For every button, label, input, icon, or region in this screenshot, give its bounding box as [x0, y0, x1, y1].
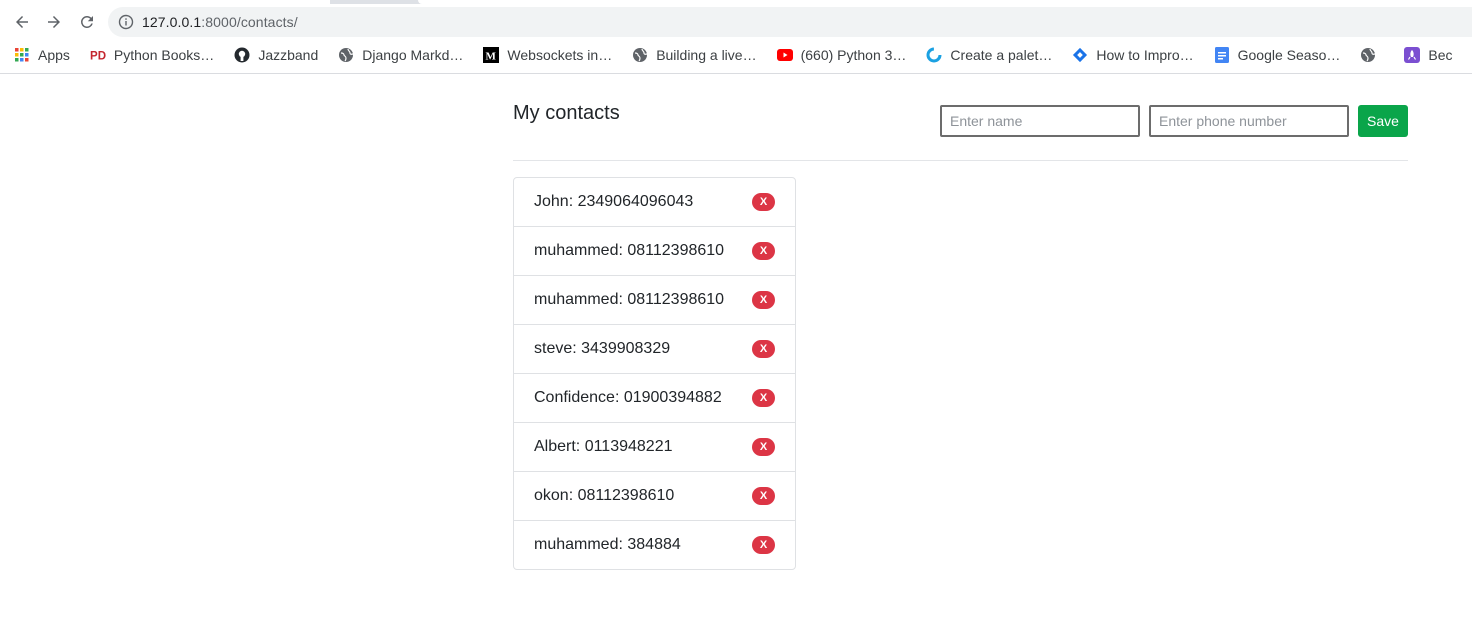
contact-text: okon: 08112398610: [534, 487, 675, 504]
delete-contact-button[interactable]: X: [752, 340, 775, 358]
delete-contact-button[interactable]: X: [752, 487, 775, 505]
bookmark-6[interactable]: Building a live…: [626, 41, 762, 69]
delete-contact-button[interactable]: X: [752, 242, 775, 260]
delete-contact-button[interactable]: X: [752, 389, 775, 407]
bookmark-3[interactable]: Jazzband: [228, 41, 324, 69]
bookmark-label: How to Impro…: [1096, 47, 1194, 63]
forward-button[interactable]: [43, 11, 65, 33]
contact-text: muhammed: 384884: [534, 536, 681, 553]
add-contact-form: Save: [940, 105, 1408, 137]
delete-contact-button[interactable]: X: [752, 536, 775, 554]
inactive-tab-edge[interactable]: [418, 0, 1472, 4]
delete-contact-button[interactable]: X: [752, 291, 775, 309]
info-icon[interactable]: [118, 14, 134, 30]
pd-logo-icon: PD: [90, 47, 106, 63]
arrow-left-icon: [16, 16, 28, 28]
bookmark-5[interactable]: M Websockets in…: [477, 41, 618, 69]
bookmark-8[interactable]: Create a palet…: [920, 41, 1058, 69]
phone-input[interactable]: [1149, 105, 1349, 137]
delete-contact-button[interactable]: X: [752, 438, 775, 456]
globe-icon: [632, 47, 648, 63]
active-tab-edge: [0, 0, 330, 4]
bookmark-label: Django Markd…: [362, 47, 464, 63]
contact-text: steve: 3439908329: [534, 340, 671, 357]
arrow-right-icon: [48, 16, 60, 28]
contact-item: steve: 3439908329 X: [514, 324, 795, 373]
contact-text: muhammed: 08112398610: [534, 291, 725, 308]
bookmark-label: (660) Python 3…: [800, 47, 907, 63]
browser-chrome: 127.0.0.1:8000/contacts/ Apps PD Python Bo…: [0, 0, 1472, 74]
bookmark-label: Websockets in…: [507, 47, 613, 63]
contact-item: John: 2349064096043 X: [514, 178, 795, 226]
github-icon: [234, 47, 250, 63]
bookmark-label: Jazzband: [258, 47, 319, 63]
save-button[interactable]: Save: [1358, 105, 1408, 137]
svg-text:M: M: [486, 51, 497, 63]
contacts-list: John: 2349064096043 Xmuhammed: 0811239861…: [513, 177, 796, 570]
contact-text: Confidence: 01900394882: [534, 389, 722, 406]
bookmark-label: Apps: [38, 47, 70, 63]
contacts-page: My contacts Save John: 2349064096043 Xmuh…: [0, 74, 1472, 641]
bookmark-10[interactable]: Google Seaso…: [1208, 41, 1347, 69]
bookmark-label: Create a palet…: [950, 47, 1053, 63]
page-title: My contacts: [513, 102, 620, 124]
url-text: 127.0.0.1:8000/contacts/: [142, 14, 298, 30]
tab-strip: [0, 0, 1472, 4]
contact-item: okon: 08112398610 X: [514, 471, 795, 520]
reload-icon: [80, 15, 93, 28]
c-logo-icon: [926, 47, 942, 63]
bookmarks-bar: Apps PD Python Books… Jazzband Django Markd……: [0, 41, 1472, 69]
bookmark-12[interactable]: Bec: [1398, 41, 1458, 69]
bookmark-4[interactable]: Django Markd…: [332, 41, 469, 69]
bookmark-label: Google Seaso…: [1237, 47, 1341, 63]
globe-icon: [1360, 47, 1376, 63]
contact-item: Albert: 0113948221 X: [514, 422, 795, 471]
diamond-icon: [1072, 47, 1088, 63]
contact-text: muhammed: 08112398610: [534, 242, 725, 259]
contact-text: John: 2349064096043: [534, 193, 694, 210]
reload-button[interactable]: [76, 11, 98, 33]
svg-text:PD: PD: [90, 50, 106, 62]
bookmark-label: Python Books…: [113, 47, 215, 63]
contact-item: Confidence: 01900394882 X: [514, 373, 795, 422]
bookmark-7[interactable]: (660) Python 3…: [771, 41, 913, 69]
apps-grid-icon: [14, 47, 30, 63]
rocket-icon: [1404, 47, 1421, 63]
contact-item: muhammed: 384884 X: [514, 520, 795, 569]
back-button[interactable]: [11, 11, 33, 33]
contact-item: muhammed: 08112398610 X: [514, 226, 795, 275]
contact-text: Albert: 0113948221: [534, 438, 673, 455]
bookmark-1[interactable]: Apps: [8, 41, 76, 69]
delete-contact-button[interactable]: X: [752, 193, 775, 211]
url-path: :8000/contacts/: [201, 14, 298, 30]
bookmark-label: Building a live…: [656, 47, 757, 63]
address-bar[interactable]: 127.0.0.1:8000/contacts/: [108, 7, 1472, 37]
name-input[interactable]: [940, 105, 1140, 137]
contact-item: muhammed: 08112398610 X: [514, 275, 795, 324]
globe-icon: [338, 47, 354, 63]
medium-icon: M: [483, 47, 500, 63]
bookmark-11[interactable]: [1354, 41, 1390, 69]
bookmark-label: Bec: [1428, 47, 1453, 63]
url-host: 127.0.0.1: [142, 14, 202, 30]
docs-icon: [1214, 47, 1230, 63]
header-divider: [513, 160, 1408, 161]
bookmark-9[interactable]: How to Impro…: [1066, 41, 1199, 69]
bookmark-2[interactable]: PD Python Books…: [84, 41, 220, 69]
youtube-icon: [776, 47, 793, 63]
